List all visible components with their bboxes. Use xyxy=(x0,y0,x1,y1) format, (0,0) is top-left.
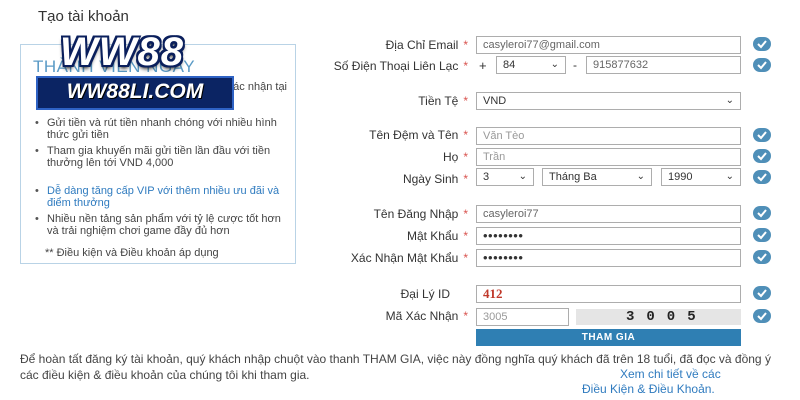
confirm-password-label-text: Xác Nhận Mật Khẩu xyxy=(350,251,459,265)
promo-item: • Nhiều nền tảng sản phẩm với tỷ lệ cược… xyxy=(31,213,285,237)
promo-item-text: Tham gia khuyến mãi gửi tiền lần đầu với… xyxy=(47,145,271,169)
captcha-image: 3005 xyxy=(576,309,741,325)
required-mark: * xyxy=(463,229,468,243)
password-label-text: Mật Khẩu xyxy=(406,229,459,243)
bullet-icon: • xyxy=(35,145,39,157)
confirm-password-label: Xác Nhận Mật Khẩu * xyxy=(290,251,468,265)
fullname-label-text: Tên Đệm và Tên xyxy=(369,128,459,142)
dob-year-value: 1990 xyxy=(668,171,693,183)
chevron-down-icon: ⌄ xyxy=(636,171,645,182)
promo-item: • Gửi tiền và rút tiền nhanh chóng với n… xyxy=(31,117,285,141)
phone-separator: - xyxy=(573,58,577,72)
country-code-value: 84 xyxy=(503,59,516,71)
confirm-password-field[interactable]: •••••••• xyxy=(476,249,741,267)
email-label: Địa Chỉ Email * xyxy=(300,38,468,52)
check-icon xyxy=(753,206,771,220)
required-mark: * xyxy=(463,207,468,221)
required-mark: * xyxy=(463,59,468,73)
captcha-label-text: Mã Xác Nhận xyxy=(385,309,459,323)
phone-prefix: + xyxy=(479,58,487,73)
chevron-down-icon: ⌄ xyxy=(725,95,734,106)
username-label-text: Tên Đăng Nhập xyxy=(373,207,459,221)
required-mark: * xyxy=(463,172,468,186)
required-mark: * xyxy=(463,309,468,323)
username-label: Tên Đăng Nhập * xyxy=(300,207,468,221)
check-icon xyxy=(753,309,771,323)
username-field[interactable]: casyleroi77 xyxy=(476,205,741,223)
chevron-down-icon: ⌄ xyxy=(518,171,527,182)
promo-item-text: Nhiều nền tảng sản phẩm với tỷ lệ cược t… xyxy=(47,213,281,237)
terms-link-2[interactable]: Điều Kiện & Điều Khoản. xyxy=(582,382,715,396)
country-code-select[interactable]: 84 ⌄ xyxy=(496,56,566,74)
currency-value: VND xyxy=(483,95,507,107)
terms-link-1[interactable]: Xem chi tiết về các xyxy=(620,367,721,381)
currency-label-text: Tiền Tệ xyxy=(418,94,459,108)
check-icon xyxy=(753,58,771,72)
bullet-icon: • xyxy=(35,185,39,197)
captcha-field[interactable]: 3005 xyxy=(476,308,569,326)
dob-month-value: Tháng Ba xyxy=(549,171,597,183)
promo-item-text: Gửi tiền và rút tiền nhanh chóng với nhi… xyxy=(47,117,277,141)
dob-label: Ngày Sinh * xyxy=(300,172,468,186)
dob-year-select[interactable]: 1990 ⌄ xyxy=(661,168,741,186)
dob-label-text: Ngày Sinh xyxy=(402,172,459,186)
agent-id-field[interactable]: 412 xyxy=(476,285,741,303)
required-mark: * xyxy=(463,128,468,142)
captcha-label: Mã Xác Nhận * xyxy=(300,309,468,323)
lastname-label: Họ * xyxy=(300,150,468,164)
logo-top-text: WW88 xyxy=(60,30,184,74)
fullname-field[interactable]: Văn Tèo xyxy=(476,127,741,145)
promo-item-link[interactable]: • Dễ dàng tăng cấp VIP với thêm nhiều ưu… xyxy=(31,185,285,209)
logo-sub-text: WW88LI.COM xyxy=(66,80,204,103)
agent-id-label: Đại Lý ID xyxy=(400,287,450,301)
required-mark: * xyxy=(463,38,468,52)
chevron-down-icon: ⌄ xyxy=(550,59,559,70)
check-icon xyxy=(753,286,771,300)
promo-item-text[interactable]: Dễ dàng tăng cấp VIP với thêm nhiều ưu đ… xyxy=(47,185,279,209)
dob-day-value: 3 xyxy=(483,171,490,183)
currency-label: Tiền Tệ * xyxy=(300,94,468,108)
fullname-label: Tên Đệm và Tên * xyxy=(300,128,468,142)
required-mark: * xyxy=(463,150,468,164)
check-icon xyxy=(753,128,771,142)
promo-note: ** Điều kiện và Điều khoản áp dụng xyxy=(45,247,219,259)
check-icon xyxy=(753,149,771,163)
phone-label-text: Số Điện Thoại Liên Lạc xyxy=(333,59,459,73)
promo-item: • Tham gia khuyến mãi gửi tiền lần đầu v… xyxy=(31,145,285,169)
check-icon xyxy=(753,170,771,184)
page-title: Tạo tài khoản xyxy=(38,8,129,25)
brand-logo: WW88 WW88LI.COM xyxy=(28,30,234,114)
check-icon xyxy=(753,37,771,51)
chevron-down-icon: ⌄ xyxy=(725,171,734,182)
lastname-label-text: Họ xyxy=(442,150,459,164)
required-mark: * xyxy=(463,94,468,108)
password-field[interactable]: •••••••• xyxy=(476,227,741,245)
email-field[interactable]: casyleroi77@gmail.com xyxy=(476,36,741,54)
bullet-icon: • xyxy=(35,213,39,225)
phone-label: Số Điện Thoại Liên Lạc * xyxy=(290,59,468,73)
lastname-field[interactable]: Trần xyxy=(476,148,741,166)
check-icon xyxy=(753,228,771,242)
phone-field[interactable]: 915877632 xyxy=(586,56,741,74)
currency-select[interactable]: VND ⌄ xyxy=(476,92,741,110)
dob-day-select[interactable]: 3 ⌄ xyxy=(476,168,534,186)
email-label-text: Địa Chỉ Email xyxy=(385,38,459,52)
bullet-icon: • xyxy=(35,117,39,129)
password-label: Mật Khẩu * xyxy=(300,229,468,243)
submit-button[interactable]: THAM GIA xyxy=(476,329,741,346)
dob-month-select[interactable]: Tháng Ba ⌄ xyxy=(542,168,652,186)
required-mark: * xyxy=(463,251,468,265)
check-icon xyxy=(753,250,771,264)
